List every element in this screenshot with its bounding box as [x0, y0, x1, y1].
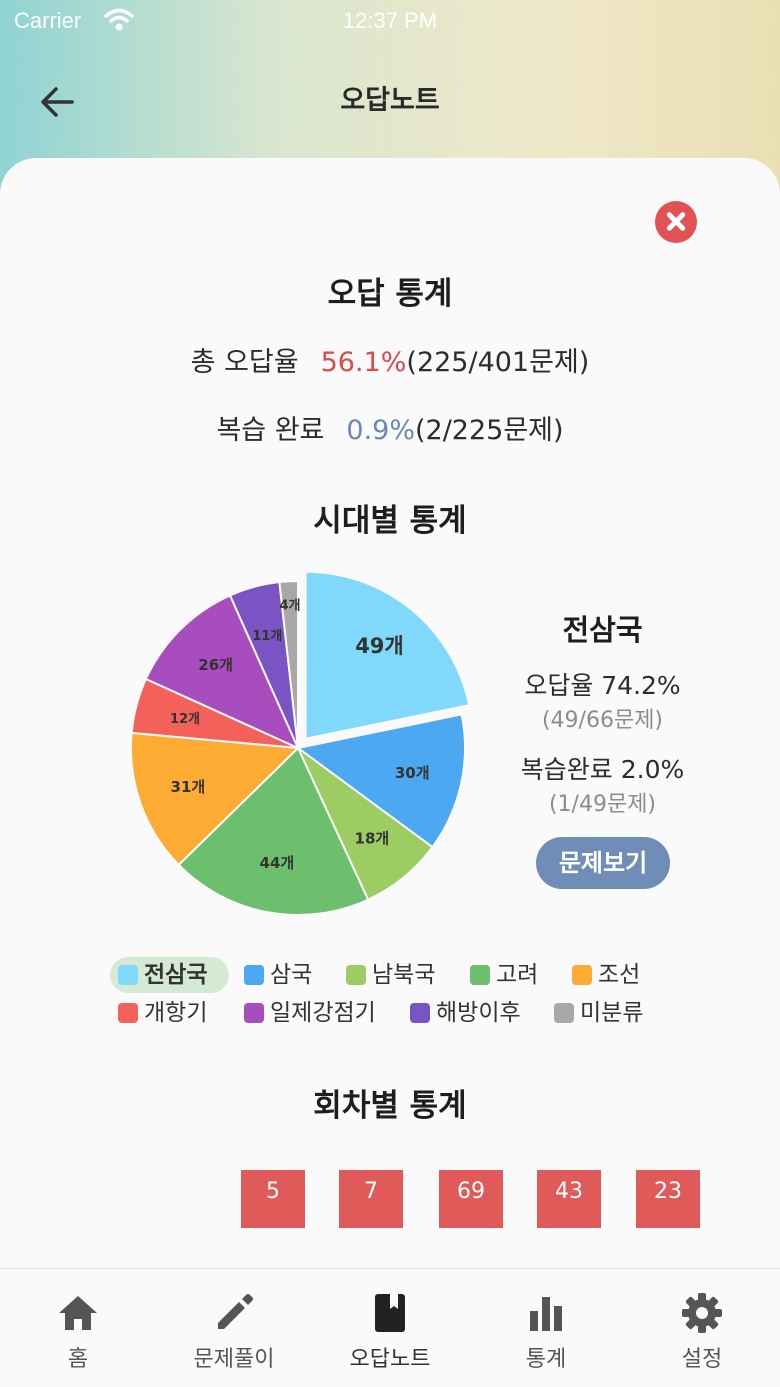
pie-label: 18개 [355, 830, 390, 848]
detail-review-sub: (1/49문제) [548, 792, 657, 817]
legend-swatch [346, 965, 366, 985]
total-wrong-value: 56.1% [320, 347, 407, 378]
round-stats-title: 회차별 통계 [313, 1088, 467, 1124]
bottom-tab-bar: 홈 문제풀이 오답노트 통계 설정 [0, 1268, 780, 1387]
round-stat-bar[interactable]: 69 [439, 1170, 503, 1228]
legend-label: 남북국 [372, 962, 436, 988]
legend-item[interactable]: 개항기 [110, 995, 207, 1031]
bar-chart-icon [530, 1297, 562, 1331]
legend-swatch [244, 1003, 264, 1023]
pie-label: 26개 [198, 656, 233, 674]
close-button[interactable] [655, 201, 697, 243]
legend-swatch [572, 965, 592, 985]
era-stats-title: 시대별 통계 [313, 503, 467, 539]
pie-label: 49개 [355, 634, 404, 658]
detail-wrong-rate: 오답율 74.2% (49/66문제) [505, 666, 700, 734]
review-detail: (2/225문제) [415, 415, 564, 446]
page-title: 오답노트 [340, 85, 440, 116]
book-icon [375, 1294, 405, 1332]
tab-label: 문제풀이 [193, 1347, 275, 1372]
detail-wrong-rate-sub: (49/66문제) [541, 708, 664, 733]
legend-label: 고려 [496, 962, 539, 988]
tab-label: 통계 [525, 1347, 567, 1372]
tab-settings[interactable]: 설정 [624, 1269, 780, 1387]
round-stat-bar[interactable]: 5 [241, 1170, 305, 1228]
legend-label: 조선 [598, 962, 641, 988]
legend-swatch [410, 1003, 430, 1023]
era-pie-chart[interactable]: 49개 30개 18개 44개 31개 12개 26개 11개 4개 [110, 560, 490, 940]
tab-label: 설정 [681, 1347, 723, 1372]
wrong-stats-title: 오답 통계 [327, 276, 453, 312]
legend-swatch [470, 965, 490, 985]
status-bar: Carrier 12:37 PM [0, 0, 780, 44]
tab-home[interactable]: 홈 [0, 1269, 156, 1387]
legend-label: 일제강점기 [270, 1000, 376, 1026]
review-rate: 복습 완료 0.9%(2/225문제) [0, 408, 780, 447]
gear-icon [682, 1293, 722, 1333]
legend-item[interactable]: 조선 [564, 957, 640, 993]
round-stat-bar[interactable]: 7 [339, 1170, 403, 1228]
legend-item[interactable]: 일제강점기 [236, 995, 376, 1031]
legend-swatch [118, 1003, 138, 1023]
legend-label: 전삼국 [144, 962, 208, 988]
legend-item[interactable]: 해방이후 [402, 995, 521, 1031]
legend-label: 개항기 [144, 1000, 208, 1026]
home-icon [59, 1296, 97, 1330]
legend-item[interactable]: 전삼국 [110, 957, 230, 993]
status-time: 12:37 PM [342, 8, 438, 33]
tab-label: 오답노트 [349, 1347, 431, 1372]
legend-item[interactable]: 남북국 [338, 957, 435, 993]
total-wrong-label: 총 오답율 [190, 347, 299, 378]
pie-label: 30개 [395, 764, 430, 782]
pie-label: 31개 [171, 778, 206, 796]
legend-label: 삼국 [270, 962, 313, 988]
pencil-icon [218, 1294, 253, 1329]
total-wrong-rate: 총 오답율 56.1%(225/401문제) [0, 340, 780, 379]
legend-swatch [554, 1003, 574, 1023]
pie-label: 4개 [279, 599, 300, 614]
round-stat-bar[interactable]: 23 [636, 1170, 700, 1228]
legend-label: 해방이후 [436, 1000, 521, 1026]
total-wrong-detail: (225/401문제) [406, 347, 590, 378]
legend-item[interactable]: 고려 [462, 957, 538, 993]
view-problems-button[interactable]: 문제보기 [536, 837, 670, 889]
detail-review-label: 복습완료 2.0% [520, 755, 685, 784]
legend-item[interactable]: 미분류 [546, 995, 643, 1031]
tab-wrong-note[interactable]: 오답노트 [312, 1269, 468, 1387]
legend-item[interactable]: 삼국 [236, 957, 312, 993]
pie-label: 11개 [252, 629, 282, 644]
round-stat-bar[interactable]: 43 [537, 1170, 601, 1228]
legend-label: 미분류 [580, 1000, 644, 1026]
tab-label: 홈 [67, 1347, 89, 1372]
detail-wrong-rate-label: 오답율 74.2% [524, 671, 681, 700]
review-label: 복습 완료 [216, 415, 325, 446]
legend-swatch [244, 965, 264, 985]
detail-title: 전삼국 [562, 613, 643, 647]
nav-bar: 오답노트 [0, 56, 780, 140]
pie-label: 44개 [260, 854, 295, 872]
pie-label: 12개 [170, 712, 200, 727]
detail-review-rate: 복습완료 2.0% (1/49문제) [505, 750, 700, 818]
review-value: 0.9% [346, 415, 415, 446]
tab-stats[interactable]: 통계 [468, 1269, 624, 1387]
legend-swatch [118, 965, 138, 985]
tab-quiz[interactable]: 문제풀이 [156, 1269, 312, 1387]
